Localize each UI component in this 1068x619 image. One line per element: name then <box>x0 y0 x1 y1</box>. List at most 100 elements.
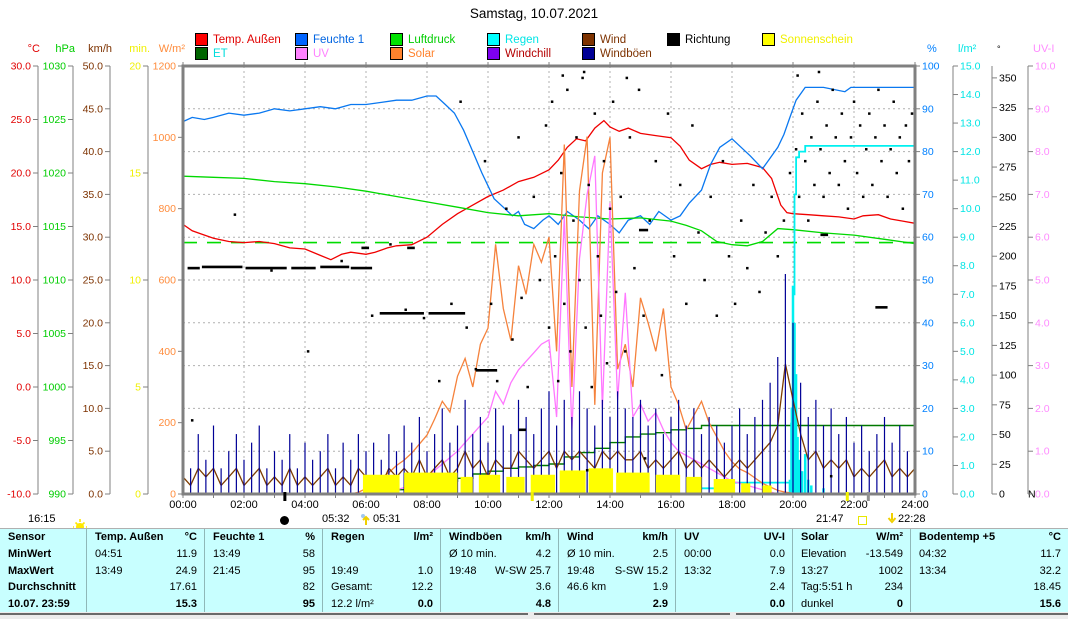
svg-text:5: 5 <box>135 382 141 394</box>
svg-text:l/m²: l/m² <box>958 43 977 55</box>
svg-text:325: 325 <box>999 102 1017 114</box>
cell-value: 95 <box>303 563 315 580</box>
svg-text:250: 250 <box>999 191 1017 203</box>
table-row: 12.2 l/m² 0.0 <box>323 596 440 613</box>
strip-segment <box>736 613 1068 615</box>
svg-text:°: ° <box>997 44 1001 54</box>
cell-label: Ø 10 min. <box>567 546 615 563</box>
svg-text:35.0: 35.0 <box>83 189 104 201</box>
svg-text:1030: 1030 <box>43 61 67 73</box>
table-column-wind: Windkm/hØ 10 min.2.519:48S-SW 15.246.6 k… <box>558 529 675 613</box>
strip-segment <box>534 613 730 615</box>
svg-text:10: 10 <box>129 275 141 287</box>
svg-text:50: 50 <box>999 429 1011 441</box>
svg-text:10: 10 <box>922 446 934 458</box>
svg-text:-10.0: -10.0 <box>7 489 31 501</box>
svg-text:5.0: 5.0 <box>1035 275 1050 287</box>
table-row: 13:271002 <box>793 563 910 580</box>
svg-text:12.0: 12.0 <box>960 146 981 158</box>
cell-label: 19:48 <box>567 563 595 580</box>
table-column-windb-en: Windböenkm/hØ 10 min.4.219:48W-SW 25.73.… <box>440 529 558 613</box>
cell-value: 11.7 <box>1040 546 1061 563</box>
svg-text:20:00: 20:00 <box>779 499 807 511</box>
svg-text:22:00: 22:00 <box>840 499 868 511</box>
svg-text:15.0: 15.0 <box>83 360 104 372</box>
svg-text:3.0: 3.0 <box>960 403 975 415</box>
axis-kmh: 0.05.010.015.020.025.030.035.040.045.050… <box>83 43 112 501</box>
axis-deg: 0N25507510012515017520022525027530032535… <box>992 44 1036 501</box>
cell-label: Bodentemp +5 <box>919 529 995 546</box>
svg-text:14.0: 14.0 <box>960 89 981 101</box>
row-label: 10.07. 23:59 <box>0 596 86 613</box>
cell-value: -13.549 <box>866 546 903 563</box>
svg-text:40: 40 <box>922 317 934 329</box>
svg-text:20.0: 20.0 <box>11 168 32 180</box>
svg-text:9.0: 9.0 <box>1035 103 1050 115</box>
svg-text:04:00: 04:00 <box>291 499 319 511</box>
svg-text:4.0: 4.0 <box>1035 317 1050 329</box>
cell-label: 13:32 <box>684 563 712 580</box>
svg-text:km/h: km/h <box>88 43 112 55</box>
svg-text:30: 30 <box>922 360 934 372</box>
svg-text:10.0: 10.0 <box>960 203 981 215</box>
cell-value: km/h <box>642 529 668 546</box>
svg-text:8.0: 8.0 <box>1035 146 1050 158</box>
cell-value: 234 <box>885 579 903 596</box>
table-row-labels: SensorMinWertMaxWertDurchschnitt10.07. 2… <box>0 529 86 613</box>
svg-text:30.0: 30.0 <box>83 232 104 244</box>
cell-value: 0.0 <box>418 596 433 613</box>
svg-text:16:00: 16:00 <box>657 499 685 511</box>
table-column-regen: Regenl/m²19:491.0Gesamt:12.212.2 l/m²0.0 <box>322 529 440 613</box>
moon-icon <box>280 516 289 525</box>
svg-text:11.0: 11.0 <box>960 175 980 187</box>
svg-text:200: 200 <box>158 417 176 429</box>
svg-text:0.0: 0.0 <box>88 489 103 501</box>
column-header: UVUV-I <box>676 529 792 546</box>
svg-text:7.0: 7.0 <box>960 289 975 301</box>
svg-text:1000: 1000 <box>43 382 67 394</box>
window-bottom-strip <box>0 612 1068 619</box>
svg-text:13.0: 13.0 <box>960 118 981 130</box>
cell-value: W/m² <box>876 529 903 546</box>
svg-text:9.0: 9.0 <box>960 232 975 244</box>
cell-value: 3.6 <box>536 579 551 596</box>
table-column-feuchte-1: Feuchte 1%13:495821:45958295 <box>204 529 322 613</box>
table-row: 15.3 <box>87 596 204 613</box>
row-label: MaxWert <box>0 563 86 580</box>
svg-text:7.0: 7.0 <box>1035 189 1050 201</box>
svg-text:5.0: 5.0 <box>88 446 103 458</box>
table-row: 13:4924.9 <box>87 563 204 580</box>
table-row: 2.4 <box>676 579 792 596</box>
row-label: Sensor <box>0 529 86 546</box>
table-row: 13:4958 <box>205 546 322 563</box>
cell-label: 12.2 l/m² <box>331 596 374 613</box>
svg-text:200: 200 <box>999 251 1017 263</box>
svg-text:0.0: 0.0 <box>16 382 31 394</box>
weather-day-chart-window: Samstag, 10.07.2021 Temp. AußenFeuchte 1… <box>0 0 1068 619</box>
svg-text:14:00: 14:00 <box>596 499 624 511</box>
svg-text:min.: min. <box>129 43 150 55</box>
daily-statistics-table: SensorMinWertMaxWertDurchschnitt10.07. 2… <box>0 528 1068 614</box>
cell-value: W-SW 25.7 <box>495 563 551 580</box>
table-row: Ø 10 min.4.2 <box>441 546 558 563</box>
cell-value: 1.9 <box>653 579 668 596</box>
cell-value: 2.4 <box>770 579 785 596</box>
cell-value: °C <box>1049 529 1061 546</box>
table-row: 46.6 km1.9 <box>559 579 675 596</box>
svg-text:45.0: 45.0 <box>83 103 104 115</box>
svg-text:1000: 1000 <box>153 132 177 144</box>
row-label: MinWert <box>0 546 86 563</box>
table-row: 13:3432.2 <box>911 563 1068 580</box>
table-row: 13:327.9 <box>676 563 792 580</box>
svg-text:40.0: 40.0 <box>83 146 104 158</box>
weather-chart-plot: -10.0-5.00.05.010.015.020.025.030.0°C990… <box>0 0 1068 512</box>
series-regen-rate <box>789 286 825 494</box>
svg-text:00:00: 00:00 <box>169 499 197 511</box>
svg-text:995: 995 <box>48 435 66 447</box>
svg-text:275: 275 <box>999 162 1017 174</box>
cell-label: Windböen <box>449 529 502 546</box>
svg-text:0.0: 0.0 <box>960 489 975 501</box>
cell-value: 15.3 <box>176 596 197 613</box>
cell-value: km/h <box>525 529 551 546</box>
svg-text:60: 60 <box>922 232 934 244</box>
